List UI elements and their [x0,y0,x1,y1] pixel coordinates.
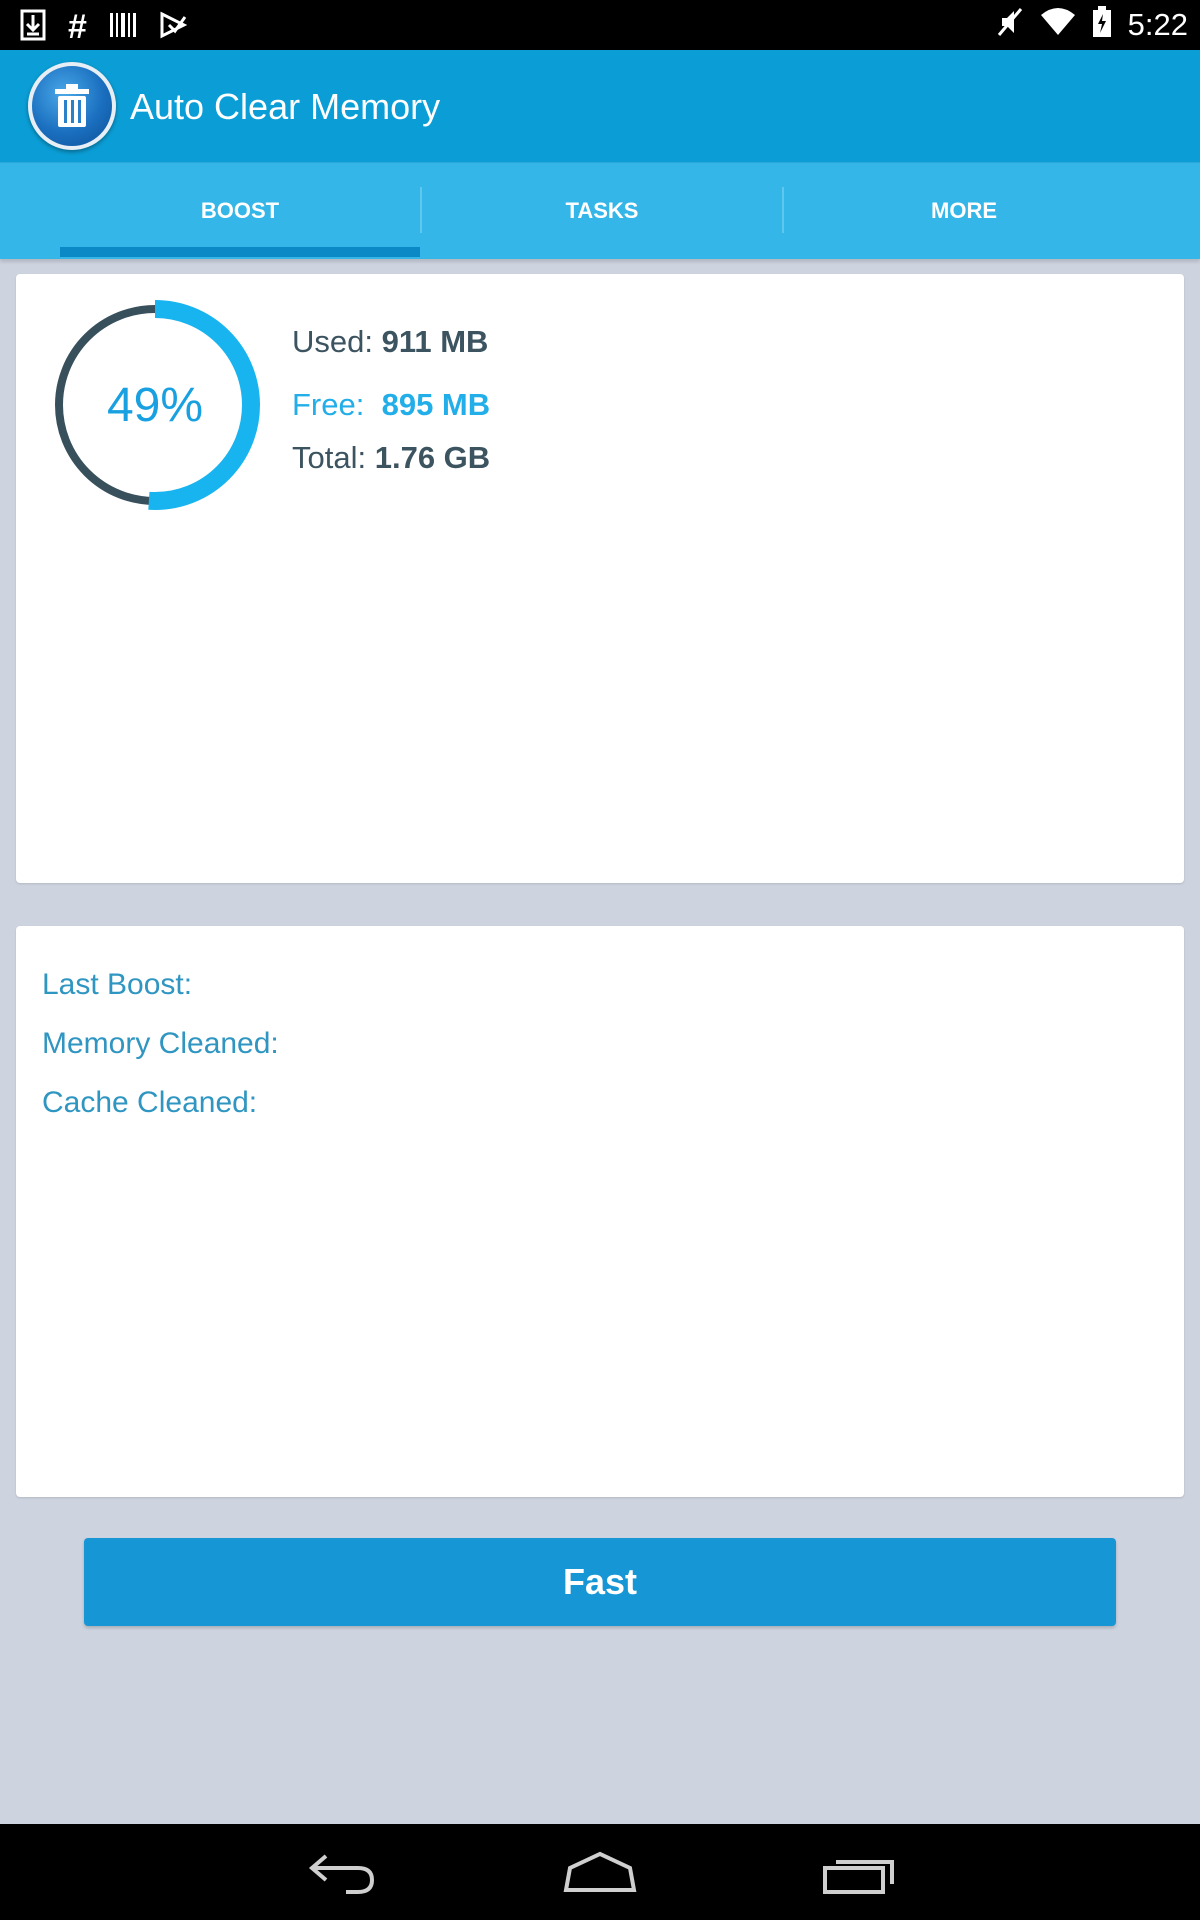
fast-button[interactable]: Fast [84,1538,1116,1626]
app-bar: Auto Clear Memory [0,50,1200,162]
tab-boost[interactable]: BOOST [60,163,420,259]
memory-percent: 49% [106,378,204,432]
used-label: Used: [292,324,373,359]
nav-bar [0,1824,1200,1920]
wifi-icon [1040,7,1076,42]
total-label: Total: [292,440,367,475]
battery-icon [1092,6,1112,43]
free-value: 895 MB [381,387,491,422]
used-value: 911 MB [381,324,489,359]
cache-cleaned-label: Cache Cleaned: [42,1086,258,1119]
status-bar: # 5:22 [0,0,1200,50]
active-tab-indicator [60,247,420,257]
total-value: 1.76 GB [374,440,491,475]
memory-cleaned-label: Memory Cleaned: [42,1027,279,1060]
boost-info-card: Last Boost: Memory Cleaned: Cache Cleane… [16,926,1184,1497]
play-store-icon [159,11,188,44]
last-boost-label: Last Boost: [42,968,193,1001]
used-row: Used: 911 MB [292,324,488,360]
tab-more[interactable]: MORE [784,163,1144,259]
tab-tasks[interactable]: TASKS [422,163,782,259]
home-icon[interactable] [562,1846,638,1901]
trash-can-icon[interactable] [28,62,116,150]
memory-card: 49% Used: 911 MB Free: 895 MB Total: 1.7… [16,274,1184,883]
clock: 5:22 [1127,6,1188,42]
barcode-icon [109,11,137,44]
hash-icon: # [68,8,87,46]
total-row: Total: 1.76 GB [292,440,490,476]
free-row: Free: 895 MB [292,387,490,423]
back-icon[interactable] [306,1846,378,1901]
mute-icon [996,6,1024,43]
download-icon [20,9,46,46]
app-title: Auto Clear Memory [130,86,441,127]
recents-icon[interactable] [822,1846,896,1901]
tab-bar: BOOST TASKS MORE [0,162,1200,259]
free-label: Free: [292,387,365,422]
